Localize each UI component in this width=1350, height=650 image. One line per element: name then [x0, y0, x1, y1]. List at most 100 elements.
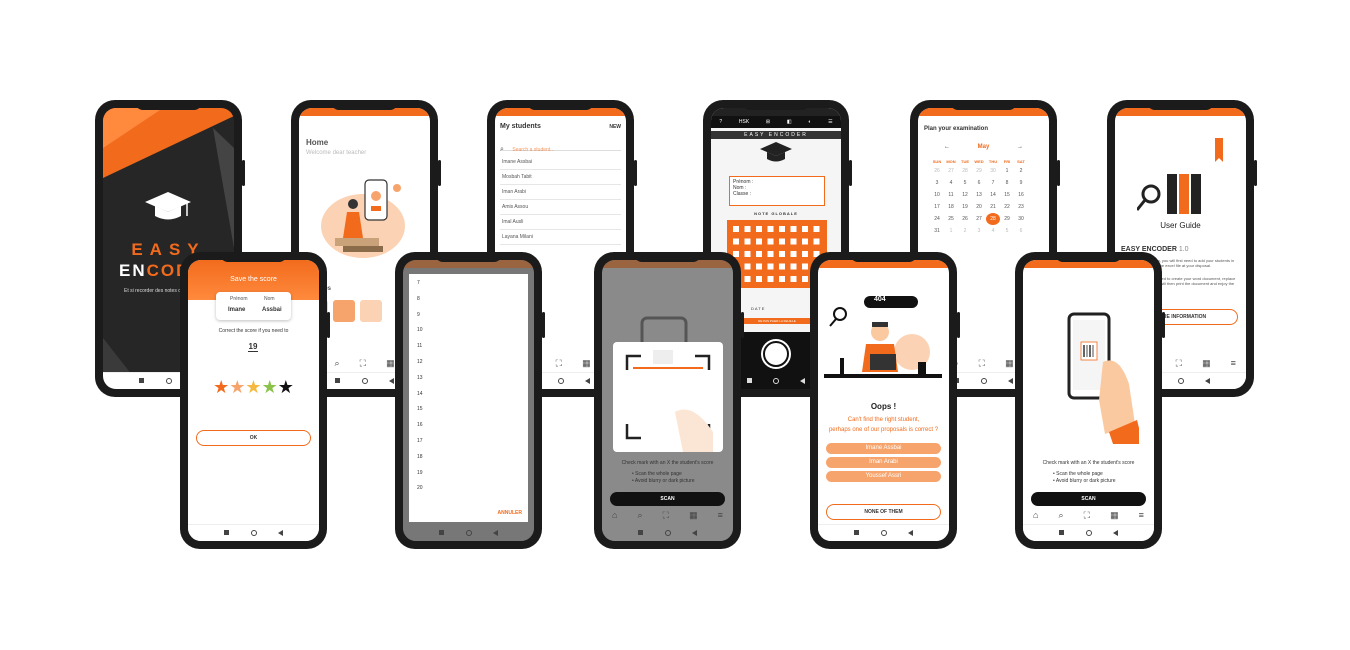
hsk-toggle[interactable]: HSK	[739, 119, 749, 125]
number-option[interactable]: 10	[417, 327, 423, 343]
calendar-day[interactable]: 26	[930, 165, 944, 177]
recent-apps-button[interactable]	[1059, 530, 1064, 535]
recent-apps-button[interactable]	[854, 530, 859, 535]
calendar-day-selected[interactable]: 28	[986, 213, 1000, 225]
recent-apps-button[interactable]	[747, 378, 752, 383]
calendar-day[interactable]: 8	[1000, 177, 1014, 189]
number-option[interactable]: 16	[417, 422, 423, 438]
star-icon[interactable]: ★	[213, 377, 229, 397]
system-back-button[interactable]	[1008, 378, 1013, 384]
number-option[interactable]: 9	[417, 312, 423, 328]
calendar-day[interactable]: 21	[986, 201, 1000, 213]
calendar-day[interactable]: 14	[986, 189, 1000, 201]
calendar-icon[interactable]: ▦	[1005, 358, 1014, 369]
star-icon[interactable]: ★	[262, 377, 278, 397]
recent-apps-button[interactable]	[638, 530, 643, 535]
calendar-day[interactable]: 15	[1000, 189, 1014, 201]
student-row[interactable]: Layana Milani	[500, 230, 621, 245]
system-home-button[interactable]	[558, 378, 564, 384]
number-option[interactable]: 19	[417, 470, 423, 486]
system-back-button[interactable]	[692, 530, 697, 536]
calendar-day[interactable]: 4	[944, 177, 958, 189]
calendar-day[interactable]: 19	[958, 201, 972, 213]
system-home-button[interactable]	[665, 530, 671, 536]
calendar-icon[interactable]: ▦	[1110, 510, 1119, 521]
calendar-day[interactable]: 22	[1000, 201, 1014, 213]
system-back-button[interactable]	[800, 378, 805, 384]
prev-month-button[interactable]: ←	[944, 144, 950, 150]
calendar-icon[interactable]: ▦	[582, 358, 591, 369]
system-home-button[interactable]	[981, 378, 987, 384]
recent-apps-button[interactable]	[139, 378, 144, 383]
next-month-button[interactable]: →	[1017, 144, 1023, 150]
calendar-day[interactable]: 9	[1014, 177, 1028, 189]
student-proposal-button[interactable]: Youssef Assri	[826, 471, 941, 482]
system-back-button[interactable]	[1113, 530, 1118, 536]
calendar-day[interactable]: 28	[958, 165, 972, 177]
calendar-day[interactable]: 23	[1014, 201, 1028, 213]
calendar-day[interactable]: 31	[930, 225, 944, 237]
search-input[interactable]: Search a student...	[512, 147, 554, 153]
system-home-button[interactable]	[1178, 378, 1184, 384]
calendar-day[interactable]: 13	[972, 189, 986, 201]
calendar-day[interactable]: 1	[944, 225, 958, 237]
student-row[interactable]: Imal Ausli	[500, 215, 621, 230]
recent-apps-button[interactable]	[439, 530, 444, 535]
calendar-icon[interactable]: ▦	[689, 510, 698, 521]
calendar-day[interactable]: 6	[1014, 225, 1028, 237]
scan-icon[interactable]: ⛶	[663, 510, 669, 521]
system-home-button[interactable]	[166, 378, 172, 384]
system-back-button[interactable]	[493, 530, 498, 536]
calendar-day[interactable]: 2	[1014, 165, 1028, 177]
calendar-day[interactable]: 26	[958, 213, 972, 225]
calendar-day[interactable]: 4	[986, 225, 1000, 237]
calendar-day[interactable]: 3	[972, 225, 986, 237]
calendar-day[interactable]: 27	[944, 165, 958, 177]
student-proposal-button[interactable]: Iman Arabi	[826, 457, 941, 468]
none-of-them-button[interactable]: NONE OF THEM	[826, 504, 941, 520]
scan-icon[interactable]: ⛶	[556, 358, 562, 369]
calendar-day[interactable]: 18	[944, 201, 958, 213]
scan-icon[interactable]: ⛶	[360, 358, 366, 369]
number-option[interactable]: 12	[417, 359, 423, 375]
number-option[interactable]: 18	[417, 454, 423, 470]
system-home-button[interactable]	[881, 530, 887, 536]
system-home-button[interactable]	[1086, 530, 1092, 536]
system-back-button[interactable]	[908, 530, 913, 536]
number-option[interactable]: 17	[417, 438, 423, 454]
number-option[interactable]: 7	[417, 280, 423, 296]
help-icon[interactable]: ?	[719, 119, 722, 125]
search-icon[interactable]: ⌕	[638, 510, 643, 521]
calendar-day[interactable]: 2	[958, 225, 972, 237]
number-option[interactable]: 8	[417, 296, 423, 312]
star-icon[interactable]: ★	[245, 377, 261, 397]
calendar-day[interactable]: 17	[930, 201, 944, 213]
calendar-day[interactable]: 16	[1014, 189, 1028, 201]
number-option[interactable]: 14	[417, 391, 423, 407]
calendar-day[interactable]: 24	[930, 213, 944, 225]
new-student-button[interactable]: NEW	[609, 124, 621, 130]
search-icon[interactable]: ⌕	[1059, 510, 1064, 521]
calendar-day[interactable]: 25	[944, 213, 958, 225]
number-option[interactable]: 13	[417, 375, 423, 391]
menu-icon[interactable]: ≡	[1139, 510, 1144, 520]
number-option[interactable]: 20	[417, 485, 423, 501]
star-icon[interactable]: ★	[278, 377, 294, 397]
student-row[interactable]: Imane Assbai	[500, 155, 621, 170]
calendar-day[interactable]: 29	[972, 165, 986, 177]
calendar-day[interactable]: 5	[1000, 225, 1014, 237]
student-row[interactable]: Mosbah Tabit	[500, 170, 621, 185]
search-icon[interactable]: ⌕	[335, 358, 340, 369]
calendar-day[interactable]: 1	[1000, 165, 1014, 177]
number-option[interactable]: 11	[417, 343, 423, 359]
calendar-day[interactable]: 3	[930, 177, 944, 189]
feature-tile[interactable]	[360, 300, 382, 322]
recent-apps-button[interactable]	[335, 378, 340, 383]
cancel-button[interactable]: ANNULER	[498, 510, 522, 516]
calendar-day[interactable]: 29	[1000, 213, 1014, 225]
calendar-day[interactable]: 10	[930, 189, 944, 201]
system-home-button[interactable]	[466, 530, 472, 536]
calendar-day[interactable]: 20	[972, 201, 986, 213]
calendar-day[interactable]: 30	[986, 165, 1000, 177]
filter-icon[interactable]: ◧	[787, 119, 792, 125]
